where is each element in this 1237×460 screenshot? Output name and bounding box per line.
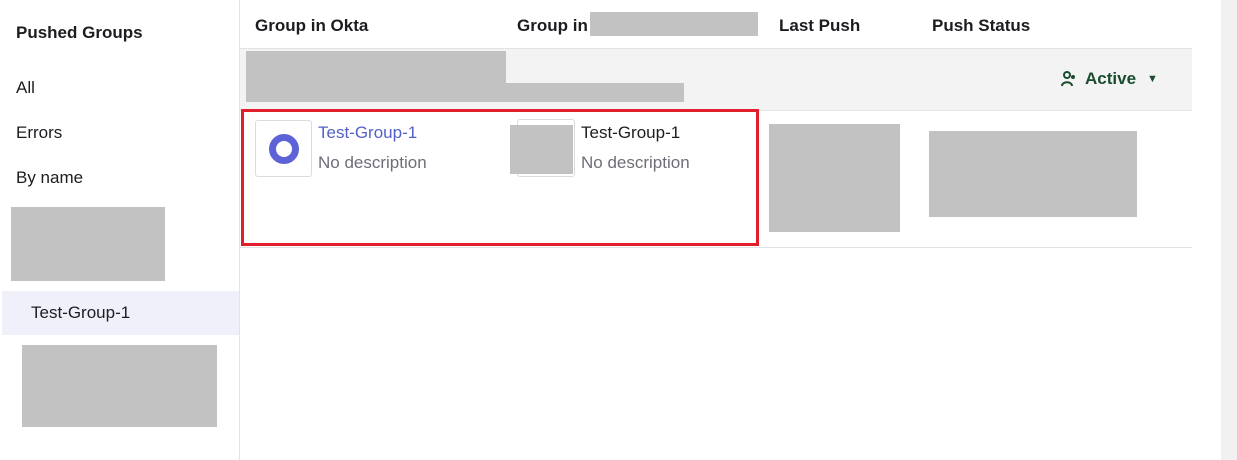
- highlight-box: [241, 109, 759, 246]
- sidebar-group-item-selected[interactable]: Test-Group-1: [2, 291, 239, 335]
- push-status-filter-dropdown[interactable]: Active ▼: [1060, 68, 1158, 90]
- redacted-push-status: [929, 131, 1137, 217]
- redacted-block: [246, 83, 684, 102]
- sidebar-filter-errors[interactable]: Errors: [16, 123, 62, 143]
- scrollbar-track[interactable]: [1221, 0, 1237, 460]
- column-header-last-push[interactable]: Last Push: [779, 16, 860, 36]
- filter-row: Active ▼: [240, 49, 1192, 111]
- redacted-app-name: [590, 12, 758, 36]
- chevron-down-icon: ▼: [1147, 73, 1158, 85]
- push-status-filter-label: Active: [1085, 69, 1137, 88]
- column-header-group-in-okta[interactable]: Group in Okta: [255, 16, 368, 36]
- user-group-icon: [1061, 71, 1075, 87]
- sidebar-group-label: Test-Group-1: [31, 303, 131, 322]
- sidebar-title: Pushed Groups: [16, 23, 143, 42]
- column-header-push-status[interactable]: Push Status: [932, 16, 1030, 36]
- sidebar: Pushed Groups All Errors By name Test-Gr…: [0, 0, 240, 460]
- redacted-block: [11, 207, 165, 281]
- redacted-block: [22, 345, 217, 427]
- sidebar-filter-by-name[interactable]: By name: [16, 168, 83, 188]
- redacted-block: [246, 51, 506, 83]
- sidebar-filter-all[interactable]: All: [16, 78, 35, 98]
- redacted-last-push: [769, 124, 900, 232]
- table-header: Group in Okta Group in Last Push Push St…: [240, 3, 1192, 49]
- column-header-group-in-app[interactable]: Group in: [517, 16, 588, 36]
